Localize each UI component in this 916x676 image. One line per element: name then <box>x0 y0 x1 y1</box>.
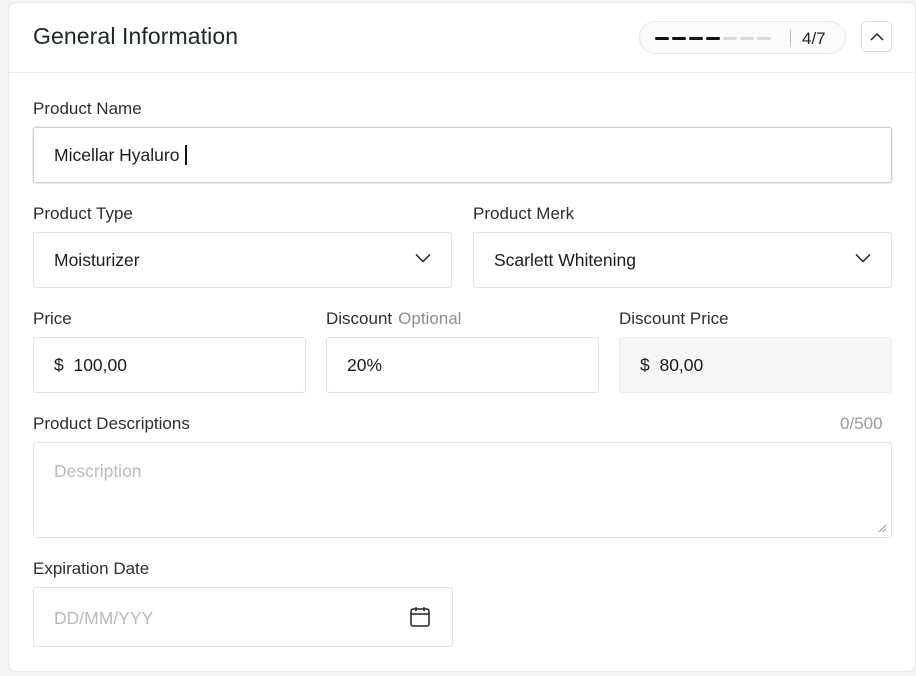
progress-segment <box>706 37 720 40</box>
collapse-button[interactable] <box>861 21 892 52</box>
product-merk-value: Scarlett Whitening <box>494 250 637 270</box>
product-name-value: Micellar Hyaluro <box>54 145 187 166</box>
progress-divider <box>790 30 791 46</box>
progress-segment <box>740 37 754 40</box>
discount-price-label: Discount Price <box>619 309 729 328</box>
chevron-down-icon <box>415 253 431 263</box>
calendar-icon[interactable] <box>410 606 430 628</box>
chevron-up-icon <box>869 32 884 41</box>
section-title: General Information <box>33 23 239 49</box>
text-cursor <box>185 145 187 165</box>
product-merk-select[interactable]: Scarlett Whitening <box>473 232 892 288</box>
expiration-date-label: Expiration Date <box>33 559 150 578</box>
progress-segment <box>672 37 686 40</box>
progress-count: 4/7 <box>802 29 826 48</box>
character-counter: 0/500 <box>840 414 883 433</box>
price-label: Price <box>33 309 72 328</box>
expiration-date-input[interactable]: DD/MM/YYY <box>33 587 453 647</box>
product-name-text: Micellar Hyaluro <box>54 145 180 165</box>
progress-segment <box>723 37 737 40</box>
price-value: $ 100,00 <box>54 355 127 375</box>
product-type-value: Moisturizer <box>54 250 140 270</box>
product-descriptions-textarea[interactable]: Description <box>33 442 892 538</box>
progress-segment <box>655 37 669 40</box>
discount-input[interactable]: 20% <box>326 337 599 393</box>
chevron-down-icon <box>855 253 871 263</box>
discount-price-value: $ 80,00 <box>640 355 704 375</box>
discount-label: Discount Optional <box>326 309 461 329</box>
resize-handle-icon[interactable] <box>878 524 887 533</box>
optional-hint: Optional <box>398 309 462 328</box>
product-name-label: Product Name <box>33 99 142 118</box>
product-name-input[interactable]: Micellar Hyaluro <box>33 127 892 183</box>
progress-segment <box>689 37 703 40</box>
product-merk-label: Product Merk <box>473 204 575 223</box>
progress-indicator: 4/7 <box>639 21 846 54</box>
description-placeholder: Description <box>54 461 142 481</box>
discount-price-field: $ 80,00 <box>619 337 892 393</box>
product-descriptions-label: Product Descriptions <box>33 414 190 433</box>
general-information-card: General Information 4/7 Product Name Mic… <box>8 2 916 672</box>
discount-label-text: Discount <box>326 309 393 328</box>
product-type-select[interactable]: Moisturizer <box>33 232 452 288</box>
price-input[interactable]: $ 100,00 <box>33 337 306 393</box>
product-type-label: Product Type <box>33 204 133 223</box>
date-placeholder: DD/MM/YYY <box>54 608 154 628</box>
card-header: General Information 4/7 <box>9 3 915 73</box>
discount-value: 20% <box>347 355 383 375</box>
progress-segment <box>757 37 771 40</box>
